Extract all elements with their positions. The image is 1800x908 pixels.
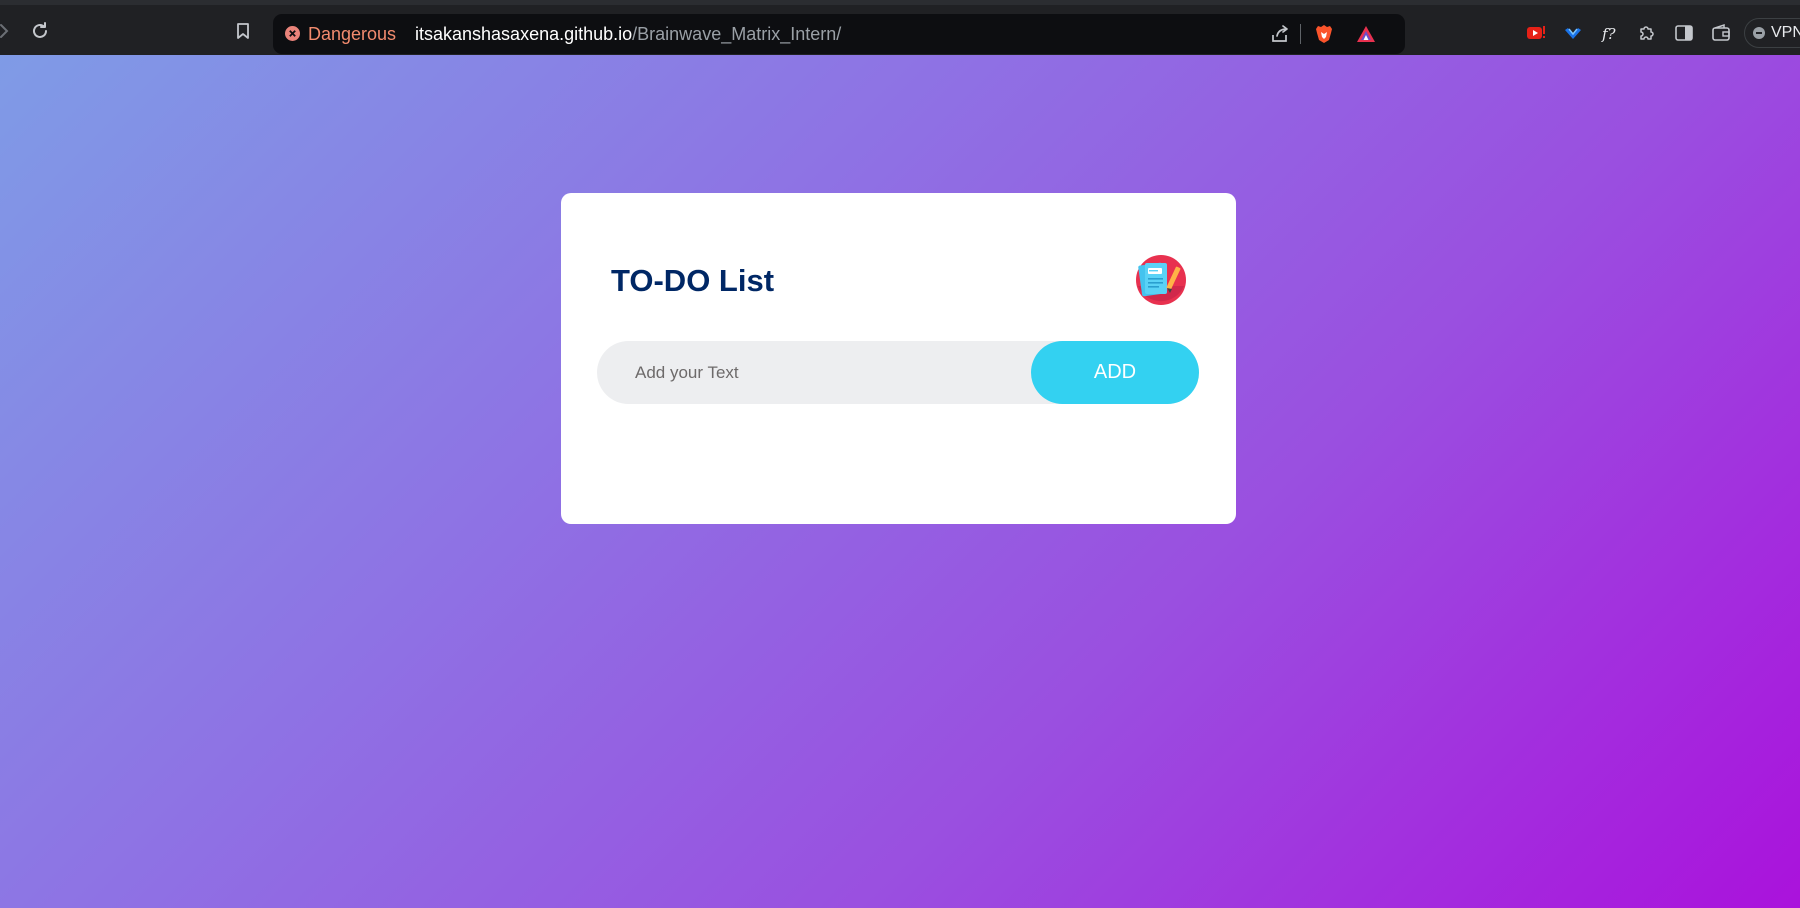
youtube-ext-icon[interactable] <box>1524 21 1548 45</box>
vpn-status-icon <box>1753 27 1765 39</box>
sidebar-icon[interactable] <box>1672 21 1696 45</box>
vpn-button[interactable]: VPN <box>1744 18 1800 48</box>
font-ext-icon[interactable]: f? <box>1598 21 1622 45</box>
address-bar[interactable]: Dangerous itsakanshasaxena.github.io/Bra… <box>273 14 1405 54</box>
url-text[interactable]: itsakanshasaxena.github.io/Brainwave_Mat… <box>415 24 841 45</box>
task-list <box>597 423 1199 503</box>
extensions-puzzle-icon[interactable] <box>1635 21 1659 45</box>
add-button[interactable]: ADD <box>1031 341 1199 404</box>
task-input[interactable] <box>597 341 1027 404</box>
brave-shields-icon[interactable] <box>1312 22 1336 46</box>
bookmark-icon[interactable] <box>229 17 257 45</box>
url-path: /Brainwave_Matrix_Intern/ <box>632 24 842 44</box>
app-title: TO-DO List <box>611 263 775 298</box>
url-host: itsakanshasaxena.github.io <box>415 24 633 44</box>
reload-icon[interactable] <box>26 17 54 45</box>
notebook-icon <box>1135 254 1187 306</box>
danger-icon[interactable] <box>285 26 300 41</box>
svg-text:f?: f? <box>1601 25 1617 43</box>
forward-icon[interactable] <box>0 17 18 45</box>
share-icon[interactable] <box>1268 22 1292 46</box>
todo-card: TO-DO List ADD <box>561 193 1236 524</box>
security-label[interactable]: Dangerous <box>308 24 396 45</box>
wallet-icon[interactable] <box>1709 21 1733 45</box>
page-background: TO-DO List ADD <box>0 55 1800 908</box>
vee-ext-icon[interactable] <box>1561 21 1585 45</box>
browser-toolbar: Dangerous itsakanshasaxena.github.io/Bra… <box>0 0 1800 55</box>
omnibox-divider <box>1300 24 1301 44</box>
brave-rewards-icon[interactable] <box>1354 22 1378 46</box>
vpn-label: VPN <box>1771 24 1800 41</box>
input-row: ADD <box>597 341 1199 404</box>
